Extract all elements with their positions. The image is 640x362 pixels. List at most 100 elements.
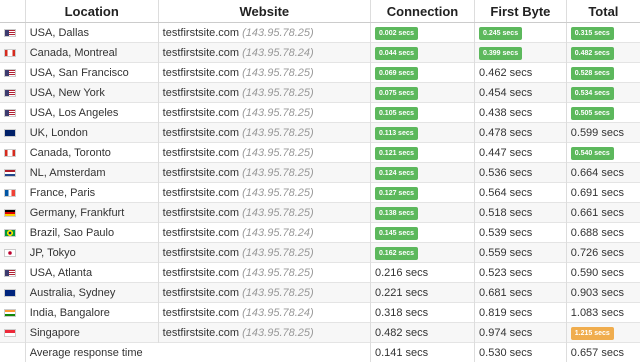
website-ip: (143.95.78.25) (242, 167, 314, 179)
flag-cell (0, 43, 25, 63)
website-cell: testfirstsite.com (143.95.78.25) (158, 203, 370, 223)
total-header[interactable]: Total (566, 0, 640, 23)
location-cell: UK, London (25, 123, 158, 143)
website-ip: (143.95.78.25) (242, 147, 314, 159)
flag-cell (0, 23, 25, 43)
first-byte-value: 0.974 secs (479, 327, 532, 339)
first-byte-cell: 0.447 secs (475, 143, 567, 163)
total-cell: 0.599 secs (566, 123, 640, 143)
total-value: 0.688 secs (571, 227, 624, 239)
connection-header[interactable]: Connection (370, 0, 474, 23)
table-row: UK, Londontestfirstsite.com (143.95.78.2… (0, 123, 640, 143)
website-ip: (143.95.78.25) (242, 247, 314, 259)
total-badge: 0.505 secs (571, 107, 614, 120)
location-name: India, Bangalore (30, 307, 110, 319)
canada-flag-icon (4, 49, 16, 57)
location-cell: Brazil, Sao Paulo (25, 223, 158, 243)
first-byte-cell: 0.564 secs (475, 183, 567, 203)
location-header[interactable]: Location (25, 0, 158, 23)
connection-badge: 0.124 secs (375, 167, 418, 180)
canada-flag-icon (4, 149, 16, 157)
first-byte-cell: 0.478 secs (475, 123, 567, 143)
connection-cell: 0.145 secs (370, 223, 474, 243)
average-flag-cell (0, 343, 25, 362)
first-byte-cell: 0.819 secs (475, 303, 567, 323)
flag-cell (0, 83, 25, 103)
website-ip: (143.95.78.25) (242, 287, 314, 299)
website-ip: (143.95.78.25) (242, 87, 314, 99)
connection-badge: 0.002 secs (375, 27, 418, 40)
connection-value: 0.216 secs (375, 267, 428, 279)
first-byte-cell: 0.399 secs (475, 43, 567, 63)
website-host: testfirstsite.com (163, 327, 239, 339)
location-name: NL, Amsterdam (30, 167, 106, 179)
location-cell: Australia, Sydney (25, 283, 158, 303)
website-header[interactable]: Website (158, 0, 370, 23)
first-byte-cell: 0.539 secs (475, 223, 567, 243)
results-body: USA, Dallas testfirstsite.com (143.95.78.… (0, 23, 640, 343)
first-byte-value: 0.564 secs (479, 187, 532, 199)
table-row: Brazil, Sao Paulotestfirstsite.com (143.… (0, 223, 640, 243)
website-host: testfirstsite.com (163, 127, 239, 139)
location-name: Australia, Sydney (30, 287, 116, 299)
table-row: Australia, Sydney testfirstsite.com (143.… (0, 283, 640, 303)
location-name: Singapore (30, 327, 80, 339)
website-cell: testfirstsite.com (143.95.78.25) (158, 103, 370, 123)
website-ip: (143.95.78.25) (242, 187, 314, 199)
flag-cell (0, 203, 25, 223)
website-host: testfirstsite.com (163, 287, 239, 299)
first-byte-badge: 0.399 secs (479, 47, 522, 60)
table-row: Singaporetestfirstsite.com (143.95.78.25… (0, 323, 640, 343)
total-badge: 0.482 secs (571, 47, 614, 60)
connection-cell: 0.221 secs (370, 283, 474, 303)
location-name: USA, Dallas (30, 27, 89, 39)
australia-flag-icon (4, 289, 16, 297)
connection-value: 0.318 secs (375, 307, 428, 319)
first-byte-value: 0.438 secs (479, 107, 532, 119)
location-name: USA, Los Angeles (30, 107, 119, 119)
table-row: Canada, Montrealtestfirstsite.com (143.9… (0, 43, 640, 63)
website-host: testfirstsite.com (163, 147, 239, 159)
first-byte-value: 0.523 secs (479, 267, 532, 279)
flag-cell (0, 183, 25, 203)
connection-badge: 0.162 secs (375, 247, 418, 260)
total-value: 0.691 secs (571, 187, 624, 199)
connection-cell: 0.318 secs (370, 303, 474, 323)
website-host: testfirstsite.com (163, 207, 239, 219)
flag-cell (0, 263, 25, 283)
connection-cell: 0.162 secs (370, 243, 474, 263)
connection-cell: 0.127 secs (370, 183, 474, 203)
total-value: 0.903 secs (571, 287, 624, 299)
connection-cell: 0.121 secs (370, 143, 474, 163)
location-cell: India, Bangalore (25, 303, 158, 323)
first-byte-header[interactable]: First Byte (475, 0, 567, 23)
first-byte-value: 0.559 secs (479, 247, 532, 259)
total-badge: 0.540 secs (571, 147, 614, 160)
flag-cell (0, 63, 25, 83)
usa-flag-icon (4, 89, 16, 97)
website-cell: testfirstsite.com (143.95.78.25) (158, 243, 370, 263)
first-byte-cell: 0.462 secs (475, 63, 567, 83)
total-cell: 1.083 secs (566, 303, 640, 323)
location-name: UK, London (30, 127, 88, 139)
results-table: Location Website Connection First Byte T… (0, 0, 640, 362)
total-cell: 0.534 secs (566, 83, 640, 103)
usa-flag-icon (4, 29, 16, 37)
location-cell: USA, San Francisco (25, 63, 158, 83)
website-cell: testfirstsite.com (143.95.78.25) (158, 23, 370, 43)
connection-cell: 0.216 secs (370, 263, 474, 283)
total-badge: 0.534 secs (571, 87, 614, 100)
table-row: NL, Amsterdamtestfirstsite.com (143.95.7… (0, 163, 640, 183)
flag-cell (0, 123, 25, 143)
flag-cell (0, 303, 25, 323)
connection-cell: 0.138 secs (370, 203, 474, 223)
total-cell: 0.688 secs (566, 223, 640, 243)
connection-cell: 0.482 secs (370, 323, 474, 343)
location-cell: NL, Amsterdam (25, 163, 158, 183)
total-cell: 0.664 secs (566, 163, 640, 183)
total-value: 1.083 secs (571, 307, 624, 319)
first-byte-value: 0.462 secs (479, 67, 532, 79)
first-byte-value: 0.536 secs (479, 167, 532, 179)
usa-flag-icon (4, 269, 16, 277)
connection-badge: 0.105 secs (375, 107, 418, 120)
